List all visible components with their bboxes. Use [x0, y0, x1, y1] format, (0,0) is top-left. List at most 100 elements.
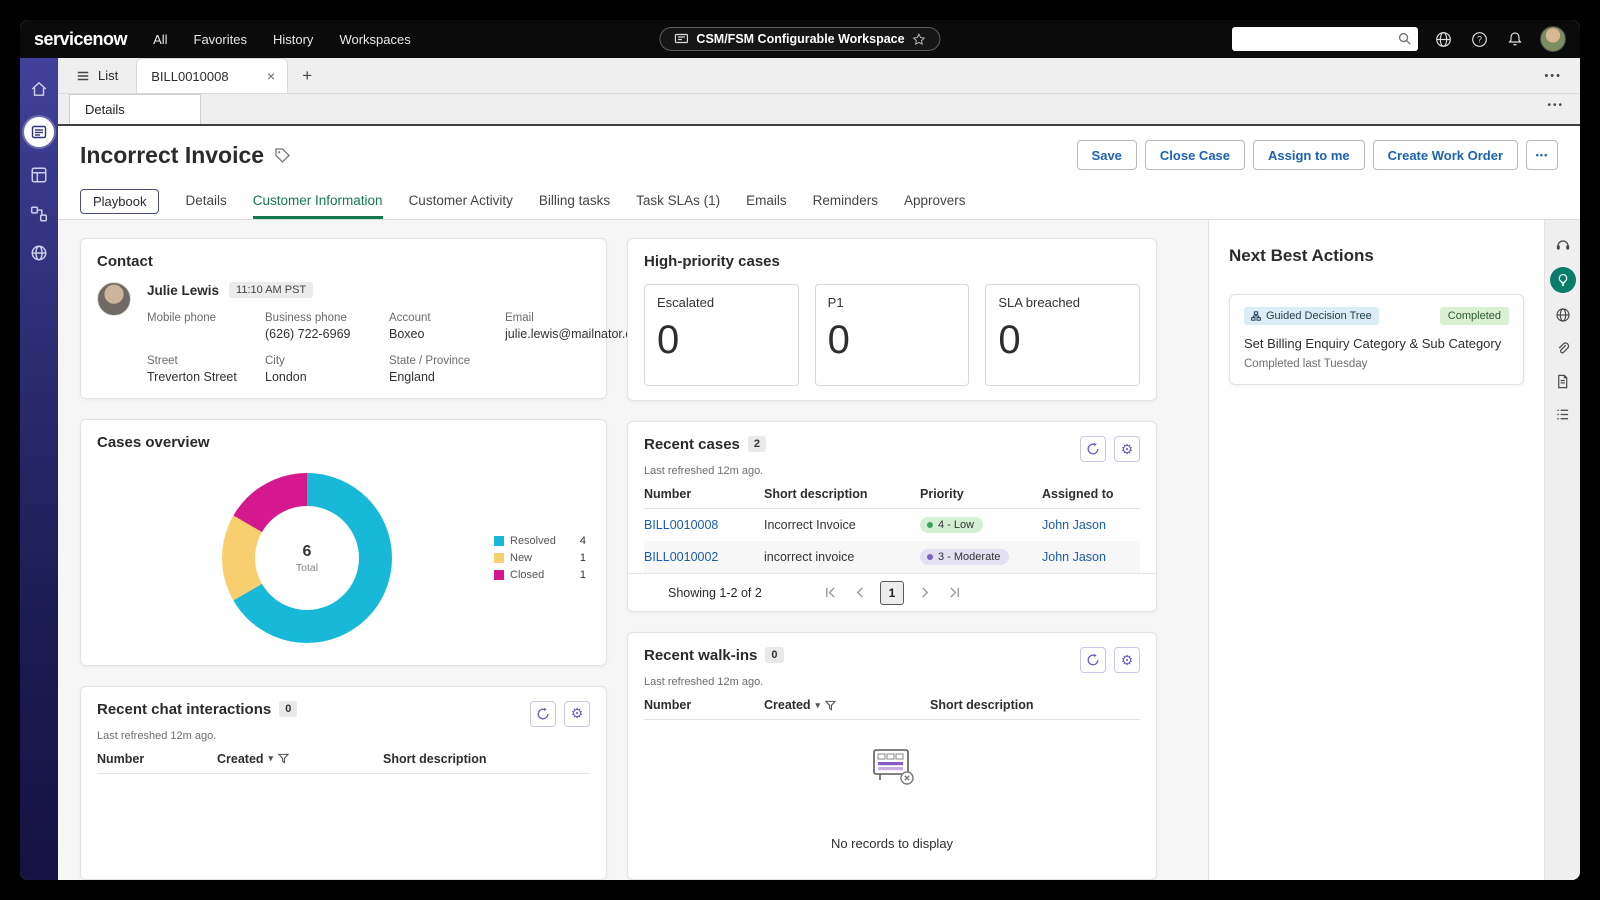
legend-resolved[interactable]: Resolved 4: [494, 535, 586, 547]
recent-chats-count-badge: 0: [279, 700, 298, 717]
close-case-button[interactable]: Close Case: [1144, 140, 1246, 170]
no-records-text: No records to display: [830, 836, 954, 851]
nav-all[interactable]: All: [153, 32, 167, 47]
current-page[interactable]: 1: [880, 580, 904, 605]
legend-new[interactable]: New 1: [494, 552, 586, 564]
create-work-order-button[interactable]: Create Work Order: [1372, 140, 1518, 170]
col-created[interactable]: Created ▾: [217, 752, 383, 766]
help-icon[interactable]: ?: [1468, 28, 1490, 50]
tab-details[interactable]: Details: [185, 184, 226, 219]
details-sub-tab[interactable]: Details: [69, 94, 201, 124]
workflow-icon[interactable]: [28, 203, 50, 225]
close-tab-icon[interactable]: ×: [265, 68, 277, 84]
new-tab-button[interactable]: +: [288, 58, 326, 93]
refresh-icon[interactable]: [1080, 436, 1106, 462]
last-page-icon[interactable]: [944, 583, 964, 603]
details-list-icon[interactable]: [1552, 403, 1574, 425]
action-subtext: Completed last Tuesday: [1244, 358, 1368, 370]
next-best-actions-panel: Next Best Actions Guided Decision Tree C…: [1208, 220, 1544, 880]
list-menu-icon[interactable]: [24, 117, 54, 147]
nav-history[interactable]: History: [273, 32, 313, 47]
metric-escalated[interactable]: Escalated 0: [644, 284, 799, 386]
top-bar-right: ?: [1232, 26, 1566, 52]
recent-cases-header-row: Number Short description Priority Assign…: [644, 487, 1140, 509]
no-records-illustration-icon: [873, 749, 914, 785]
world-icon[interactable]: [28, 242, 50, 264]
col-priority[interactable]: Priority: [920, 487, 1042, 501]
case-number-link[interactable]: BILL0010002: [644, 550, 764, 564]
save-button[interactable]: Save: [1076, 140, 1137, 170]
tab-overflow-button[interactable]: •••: [1526, 58, 1580, 93]
assign-to-me-button[interactable]: Assign to me: [1253, 140, 1365, 170]
knowledge-globe-icon[interactable]: [1552, 304, 1574, 326]
tab-task-slas[interactable]: Task SLAs (1): [636, 184, 720, 219]
agent-assist-icon[interactable]: [1552, 234, 1574, 256]
nav-favorites[interactable]: Favorites: [194, 32, 247, 47]
globe-icon[interactable]: [1432, 28, 1454, 50]
filter-icon[interactable]: [278, 753, 290, 764]
record-title: Incorrect Invoice: [80, 141, 265, 168]
metric-p1[interactable]: P1 0: [814, 284, 970, 386]
document-icon[interactable]: [1552, 370, 1574, 392]
assigned-to-link[interactable]: John Jason: [1042, 518, 1140, 532]
cases-donut[interactable]: 6 Total: [222, 473, 392, 643]
sub-tab-overflow-button[interactable]: •••: [1547, 100, 1564, 111]
first-page-icon[interactable]: [820, 583, 840, 603]
recent-chat-interactions-card: Recent chat interactions 0 ⚙ Last refresh…: [80, 685, 607, 880]
workspace-switcher-pill[interactable]: CSM/FSM Configurable Workspace: [659, 27, 941, 51]
col-number[interactable]: Number: [97, 752, 217, 766]
contact-field-street: Street Treverton Street: [147, 355, 237, 384]
col-number[interactable]: Number: [644, 487, 764, 501]
record-tab-bill0010008[interactable]: BILL0010008 ×: [136, 58, 289, 93]
recent-cases-card: Recent cases 2 ⚙ Last refreshed 12m ago. …: [627, 421, 1157, 612]
attachment-paperclip-icon[interactable]: [1552, 337, 1574, 359]
col-short-description[interactable]: Short description: [383, 752, 590, 766]
tab-playbook[interactable]: Playbook: [80, 189, 160, 214]
global-search: [1232, 27, 1418, 51]
priority-badge: 3 - Moderate: [920, 549, 1010, 565]
table-row[interactable]: BILL0010008 Incorrect Invoice 4 - Low Jo…: [644, 509, 1140, 541]
tab-approvers[interactable]: Approvers: [904, 184, 966, 219]
nav-workspaces[interactable]: Workspaces: [339, 32, 410, 47]
tab-customer-activity[interactable]: Customer Activity: [409, 184, 513, 219]
col-assigned-to[interactable]: Assigned to: [1042, 487, 1140, 501]
favorite-star-icon[interactable]: [912, 32, 926, 46]
search-icon[interactable]: [1397, 31, 1412, 46]
list-tab[interactable]: List: [58, 58, 136, 93]
settings-gear-icon[interactable]: ⚙: [1114, 436, 1140, 462]
search-input[interactable]: [1232, 27, 1418, 51]
col-short-description[interactable]: Short description: [930, 698, 1140, 712]
col-created[interactable]: Created ▾: [764, 698, 930, 712]
workspace-title: CSM/FSM Configurable Workspace: [696, 32, 905, 46]
suggestions-lightbulb-icon[interactable]: [1549, 267, 1576, 293]
settings-gear-icon[interactable]: ⚙: [564, 700, 590, 727]
dashboard-icon[interactable]: [28, 164, 50, 186]
assigned-to-link[interactable]: John Jason: [1042, 550, 1140, 564]
table-row[interactable]: BILL0010002 incorrect invoice 3 - Modera…: [644, 541, 1140, 573]
legend-closed[interactable]: Closed 1: [494, 569, 586, 581]
home-icon[interactable]: [28, 78, 50, 100]
tab-emails[interactable]: Emails: [746, 184, 787, 219]
notifications-bell-icon[interactable]: [1504, 28, 1526, 50]
tag-icon[interactable]: [274, 147, 290, 163]
filter-icon[interactable]: [825, 700, 837, 711]
donut-total-value: 6: [302, 542, 312, 560]
col-number[interactable]: Number: [644, 698, 764, 712]
refresh-icon[interactable]: [1080, 647, 1106, 673]
tab-customer-information[interactable]: Customer Information: [252, 184, 383, 219]
workspace-icon: [674, 33, 689, 44]
metric-sla-breached[interactable]: SLA breached 0: [985, 284, 1141, 386]
refresh-icon[interactable]: [530, 700, 556, 727]
next-page-icon[interactable]: [914, 583, 934, 603]
prev-page-icon[interactable]: [850, 583, 870, 603]
case-number-link[interactable]: BILL0010008: [644, 518, 764, 532]
tab-reminders[interactable]: Reminders: [813, 184, 878, 219]
cases-overview-card: Cases overview 6 Total Resolved 4 New 1 …: [80, 419, 607, 666]
user-avatar[interactable]: [1540, 26, 1566, 52]
record-more-actions-button[interactable]: •••: [1526, 140, 1558, 170]
tab-billing-tasks[interactable]: Billing tasks: [539, 184, 610, 219]
contact-avatar[interactable]: [97, 282, 131, 316]
next-best-action-item[interactable]: Guided Decision Tree Completed Set Billi…: [1229, 294, 1524, 385]
col-short-description[interactable]: Short description: [764, 487, 920, 501]
settings-gear-icon[interactable]: ⚙: [1114, 647, 1140, 673]
